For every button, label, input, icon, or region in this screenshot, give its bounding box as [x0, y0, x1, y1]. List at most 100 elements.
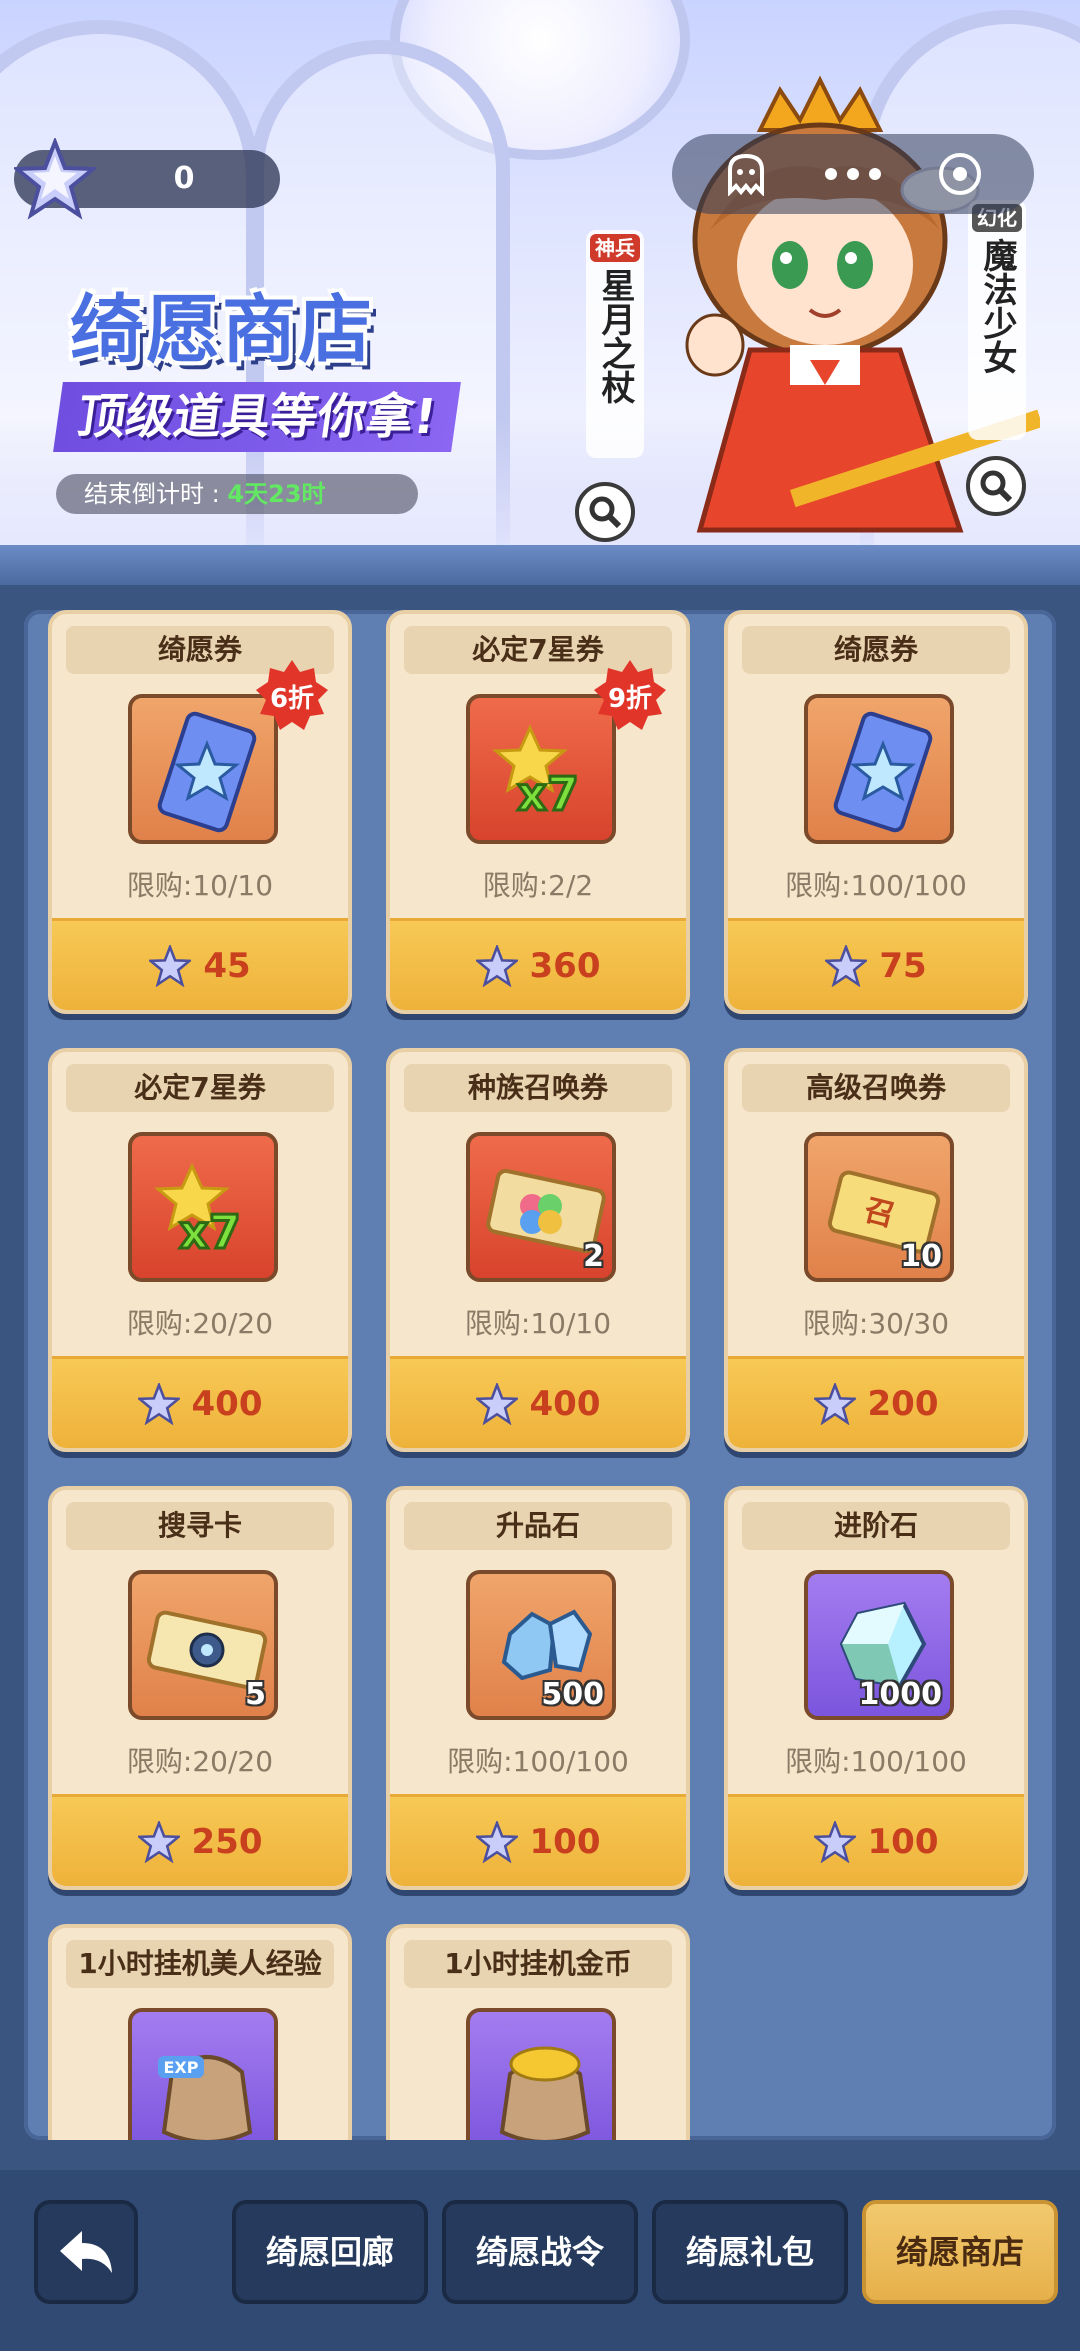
countdown-timer: 结束倒计时 : 4天23时: [56, 474, 418, 514]
item-icon-box: x7: [128, 1132, 278, 1282]
item-icon-box: EXP: [128, 2008, 278, 2140]
star-gem-icon: [813, 1382, 856, 1425]
shop-item-card[interactable]: 升品石 500 限购:100/100 100: [386, 1486, 690, 1890]
star-gem-icon: [825, 944, 868, 987]
item-quantity: 10: [900, 1239, 942, 1274]
wish-ticket-icon: [833, 711, 933, 833]
buy-button[interactable]: 400: [390, 1356, 686, 1448]
shop-item-card[interactable]: 1小时挂机美人经验 EXP: [48, 1924, 352, 2140]
weapon-tag-badge: 神兵: [590, 234, 640, 262]
star-gem-icon: [149, 944, 192, 987]
buy-button[interactable]: 400: [52, 1356, 348, 1448]
ghost-button[interactable]: [701, 142, 791, 206]
star-gem-icon: [137, 1820, 180, 1863]
item-name: 1小时挂机美人经验: [66, 1940, 334, 1988]
shop-item-card[interactable]: 必定7星券 x7 限购:20/20 400: [48, 1048, 352, 1452]
tab-wish-shop[interactable]: 绮愿商店: [862, 2200, 1058, 2304]
item-icon-box: 召 10: [804, 1132, 954, 1282]
svg-text:x7: x7: [517, 767, 579, 821]
transform-search-button[interactable]: [966, 456, 1026, 516]
purchase-limit: 限购:100/100: [785, 1745, 967, 1778]
tab-wish-pass[interactable]: 绮愿战令: [442, 2200, 638, 2304]
shop-item-card[interactable]: 必定7星券 x7 9折 限购:2/2 360: [386, 610, 690, 1014]
shop-item-card[interactable]: 绮愿券 限购:100/100 75: [724, 610, 1028, 1014]
countdown-label: 结束倒计时 :: [84, 480, 228, 508]
buy-button[interactable]: 200: [728, 1356, 1024, 1448]
weapon-search-button[interactable]: [575, 482, 635, 542]
currency-amount: 0: [173, 161, 195, 196]
back-arrow-icon: [60, 2231, 112, 2273]
buy-button[interactable]: 100: [390, 1794, 686, 1886]
purchase-limit: 限购:20/20: [126, 1745, 274, 1778]
ghost-icon: [727, 153, 764, 196]
star-gem-icon: [475, 1820, 518, 1863]
purchase-limit: 限购:10/10: [464, 1307, 612, 1340]
guaranteed-star-ticket-icon: x7: [154, 1162, 242, 1261]
shop-item-card[interactable]: 种族召唤券 2 限购:10/10 400: [386, 1048, 690, 1452]
buy-button[interactable]: 360: [390, 918, 686, 1010]
banner-divider: [0, 545, 1080, 585]
tab-wish-gallery[interactable]: 绮愿回廊: [232, 2200, 428, 2304]
magnifier-icon: [980, 470, 1013, 503]
buy-button[interactable]: 250: [52, 1794, 348, 1886]
weapon-tag-name: 星月之杖: [595, 268, 635, 404]
transform-tag-name: 魔法少女: [977, 238, 1017, 374]
buy-button[interactable]: 45: [52, 918, 348, 1010]
purchase-limit: 限购:20/20: [126, 1307, 274, 1340]
item-icon-box: [804, 694, 954, 844]
item-price: 100: [867, 1821, 939, 1862]
purchase-limit: 限购:100/100: [785, 869, 967, 902]
item-price: 45: [203, 945, 251, 986]
star-currency-display: 0: [14, 138, 280, 220]
svg-text:x7: x7: [179, 1205, 241, 1259]
item-icon-box: 2: [466, 1132, 616, 1282]
magnifier-icon: [589, 496, 622, 529]
buy-button[interactable]: 100: [728, 1794, 1024, 1886]
star-gem-icon: [475, 944, 518, 987]
transform-tag[interactable]: 幻化 魔法少女: [968, 200, 1026, 440]
back-button[interactable]: [34, 2200, 138, 2304]
item-icon-box: 500: [466, 1570, 616, 1720]
mini-program-capsule: [672, 134, 1034, 214]
purchase-limit: 限购:2/2: [482, 869, 594, 902]
exp-bag-icon: EXP: [158, 2055, 253, 2140]
svg-text:EXP: EXP: [164, 2058, 199, 2077]
more-dots-icon: [824, 168, 881, 180]
shop-title: 绮愿商店: [70, 287, 374, 373]
item-name: 高级召唤券: [742, 1064, 1010, 1112]
item-name: 进阶石: [742, 1502, 1010, 1550]
item-name: 搜寻卡: [66, 1502, 334, 1550]
gold-coin-bag-icon: [499, 2046, 591, 2140]
item-price: 200: [867, 1383, 939, 1424]
close-target-button[interactable]: [915, 142, 1005, 206]
shop-item-card[interactable]: 高级召唤券 召 10 限购:30/30 200: [724, 1048, 1028, 1452]
star-gem-icon: [137, 1382, 180, 1425]
item-price: 100: [529, 1821, 601, 1862]
discount-badge: 6折: [254, 658, 330, 734]
purchase-limit: 限购:30/30: [802, 1307, 950, 1340]
item-quantity: 5: [245, 1677, 266, 1712]
shop-item-card[interactable]: 搜寻卡 5 限购:20/20 250: [48, 1486, 352, 1890]
shop-item-card[interactable]: 绮愿券 6折 限购:10/10 45: [48, 610, 352, 1014]
item-name: 必定7星券: [66, 1064, 334, 1112]
item-price: 400: [191, 1383, 263, 1424]
purchase-limit: 限购:10/10: [126, 869, 274, 902]
item-icon-box: [466, 2008, 616, 2140]
shop-items-panel[interactable]: 绮愿券 6折 限购:10/10 45 必定7星券 x7 9折 限购:2/2 36…: [24, 610, 1056, 2140]
tab-wish-gift[interactable]: 绮愿礼包: [652, 2200, 848, 2304]
discount-text: 9折: [607, 683, 653, 714]
bottom-navigation: 绮愿回廊 绮愿战令 绮愿礼包 绮愿商店: [0, 2170, 1080, 2351]
item-quantity: 2: [583, 1239, 604, 1274]
item-name: 绮愿券: [742, 626, 1010, 674]
more-button[interactable]: [808, 142, 898, 206]
star-gem-icon: [14, 138, 96, 220]
shop-item-card[interactable]: 1小时挂机金币: [386, 1924, 690, 2140]
item-name: 升品石: [404, 1502, 672, 1550]
discount-text: 6折: [269, 683, 315, 714]
shop-item-card[interactable]: 进阶石 1000 限购:100/100 100: [724, 1486, 1028, 1890]
weapon-tag[interactable]: 神兵 星月之杖: [586, 230, 644, 458]
buy-button[interactable]: 75: [728, 918, 1024, 1010]
item-name: 1小时挂机金币: [404, 1940, 672, 1988]
shop-subtitle: 顶级道具等你拿!: [53, 382, 461, 452]
shop-items-grid: 绮愿券 6折 限购:10/10 45 必定7星券 x7 9折 限购:2/2 36…: [48, 610, 1032, 2140]
